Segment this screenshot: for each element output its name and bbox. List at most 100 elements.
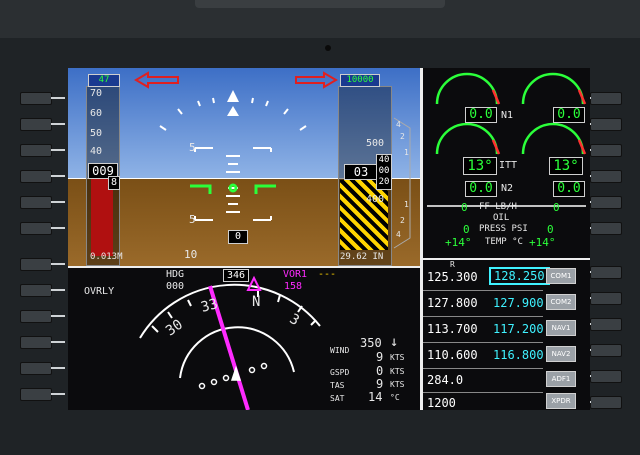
- right-softkey-9[interactable]: [577, 318, 622, 331]
- speed-tape-50: 50: [90, 128, 103, 139]
- oil-temp-right: +14°: [529, 236, 556, 249]
- gspd-label: GSPD: [330, 368, 350, 377]
- n2-right-readout: 0.0: [553, 181, 585, 197]
- oil-temp-label: TEMP °C: [485, 237, 523, 247]
- right-softkey-7[interactable]: [577, 266, 622, 279]
- xpdr-button[interactable]: XPDR: [546, 393, 576, 409]
- speed-bug-readout: 47: [88, 74, 120, 87]
- altitude-drum-hi: 40: [378, 155, 390, 165]
- com2-standby[interactable]: 127.900: [493, 296, 544, 310]
- gspd-value: 0: [376, 364, 384, 378]
- nav1-button[interactable]: NAV1: [546, 320, 576, 336]
- baro-setting: 29.62 IN: [340, 252, 384, 262]
- left-softkey-1[interactable]: [20, 92, 65, 105]
- radio-row-com2: 127.800 127.900 COM2: [423, 292, 589, 316]
- oil-label: OIL: [491, 213, 512, 223]
- nav2-button[interactable]: NAV2: [546, 346, 576, 362]
- bezel-sensor-dot: [325, 45, 331, 51]
- left-softkey-9[interactable]: [20, 310, 65, 323]
- left-softkey-12[interactable]: [20, 388, 65, 401]
- adf1-button[interactable]: ADF1: [546, 371, 576, 387]
- right-softkey-10[interactable]: [577, 344, 622, 357]
- pitch-label-5-top: 5: [189, 141, 196, 154]
- top-slot: [195, 0, 445, 8]
- pitch-label-10: 10: [184, 248, 198, 261]
- wind-units: KTS: [390, 353, 405, 362]
- right-softkey-11[interactable]: [577, 370, 622, 383]
- left-softkey-5[interactable]: [20, 196, 65, 209]
- ff-right: 0: [553, 201, 560, 214]
- wind-arrow-icon: ↓: [390, 334, 399, 350]
- left-softkey-11[interactable]: [20, 362, 65, 375]
- itt-right-readout: 13°: [549, 157, 583, 175]
- speed-tape-60: 60: [90, 108, 103, 119]
- vsi-mark-1-up: 1: [404, 148, 409, 157]
- itt-label: ITT: [499, 160, 518, 171]
- sat-label: SAT: [330, 394, 345, 403]
- radio-sep-4: [423, 368, 543, 369]
- com1-standby[interactable]: 128.250: [489, 267, 550, 285]
- right-softkey-6[interactable]: [577, 222, 622, 235]
- oil-press-label: PRESS PSI: [479, 224, 528, 234]
- n2-label: N2: [501, 183, 514, 194]
- com2-button[interactable]: COM2: [546, 294, 576, 310]
- pitch-label-5-bottom: 5: [189, 213, 196, 226]
- oil-press-right: 0: [547, 223, 554, 236]
- wind-speed: 9: [376, 350, 384, 364]
- pfd: 5 5 10 0 70 60 50 40 47 009 8 0.013M 100…: [68, 68, 420, 266]
- nav2-standby[interactable]: 116.800: [493, 348, 544, 362]
- speed-tape-40: 40: [90, 146, 103, 157]
- altitude-readout: 03: [344, 164, 378, 180]
- vsi-mark-1-down: 1: [404, 200, 409, 209]
- gspd-units: KTS: [390, 367, 405, 376]
- vs-readout-box: 0: [228, 230, 248, 244]
- vsi-scale: [393, 117, 411, 249]
- left-softkey-4[interactable]: [20, 170, 65, 183]
- sat-units: °C: [390, 393, 400, 402]
- n1-right-readout: 0.0: [553, 107, 585, 123]
- com1-button[interactable]: COM1: [546, 268, 576, 284]
- radio-row-com1: 125.300 128.250 COM1: [423, 266, 589, 290]
- vsi-mark-2-down: 2: [400, 216, 405, 225]
- left-softkey-6[interactable]: [20, 222, 65, 235]
- left-softkey-8[interactable]: [20, 284, 65, 297]
- nav2-active: 110.600: [427, 348, 478, 362]
- airspeed-readout-drum: 8: [108, 176, 120, 190]
- compass-n: N: [252, 294, 261, 310]
- vsi-mark-4-up: 4: [396, 120, 401, 129]
- right-softkey-12[interactable]: [577, 396, 622, 409]
- sat-value: 14: [368, 390, 383, 404]
- altitude-drum-lo: 20: [378, 177, 390, 187]
- n1-label: N1: [501, 110, 514, 121]
- right-softkey-1[interactable]: [577, 92, 622, 105]
- left-softkey-3[interactable]: [20, 144, 65, 157]
- right-softkey-5[interactable]: [577, 196, 622, 209]
- com1-active: 125.300: [427, 270, 478, 284]
- oil-press-left: 0: [463, 223, 470, 236]
- right-softkey-3[interactable]: [577, 144, 622, 157]
- alt-tape-500: 500: [366, 138, 385, 149]
- top-panel: [0, 0, 640, 38]
- radio-row-xpdr: 1200 XPDR: [423, 392, 589, 410]
- right-softkey-2[interactable]: [577, 118, 622, 131]
- nav1-standby[interactable]: 117.200: [493, 322, 544, 336]
- right-softkey-8[interactable]: [577, 292, 622, 305]
- radio-row-adf1: 284.0 ADF1: [423, 370, 589, 394]
- left-softkey-10[interactable]: [20, 336, 65, 349]
- n1-left-readout: 0.0: [465, 107, 497, 123]
- vsi-mark-4-down: 4: [396, 230, 401, 239]
- radio-row-nav2: 110.600 116.800 NAV2: [423, 344, 589, 368]
- itt-left-readout: 13°: [463, 157, 497, 175]
- baro-minimums: 0.013M: [90, 252, 123, 262]
- xpdr-code: 1200: [427, 396, 456, 410]
- left-softkey-2[interactable]: [20, 118, 65, 131]
- ff-label: FF LB/H: [479, 202, 517, 212]
- com2-active: 127.800: [427, 296, 478, 310]
- tas-label: TAS: [330, 381, 345, 390]
- tas-value: 9: [376, 377, 384, 391]
- oil-temp-left: +14°: [445, 236, 472, 249]
- right-softkey-4[interactable]: [577, 170, 622, 183]
- n2-left-readout: 0.0: [465, 181, 497, 197]
- left-softkey-7[interactable]: [20, 258, 65, 271]
- engine-panel: 0.0 0.0 N1 13° 13° ITT 0.0 0.0 N2 0 FF L…: [423, 68, 590, 258]
